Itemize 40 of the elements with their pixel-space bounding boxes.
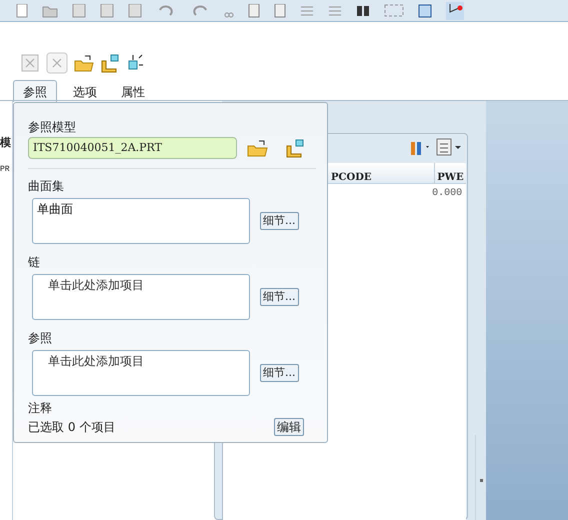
- save-icon[interactable]: [72, 4, 86, 18]
- cut-label: PR: [0, 166, 10, 174]
- tab[interactable]: 参照: [13, 80, 57, 102]
- edit-button[interactable]: 编辑: [274, 418, 304, 436]
- copy-geometry-icon[interactable]: [285, 138, 305, 158]
- model-field[interactable]: ITS710040051_2A.PRT: [28, 137, 237, 159]
- field-label: 链: [28, 254, 41, 270]
- tab[interactable]: 选项: [63, 82, 107, 102]
- paste-icon[interactable]: [248, 4, 260, 18]
- folder-icon[interactable]: [74, 54, 94, 72]
- folder-icon[interactable]: [247, 139, 269, 157]
- table-cell: 0.000: [432, 188, 462, 198]
- list-icon[interactable]: [328, 4, 342, 18]
- tab[interactable]: 属性: [111, 82, 155, 102]
- details-button[interactable]: 细节...: [260, 288, 298, 306]
- close-icon[interactable]: [20, 53, 40, 73]
- collector-box[interactable]: 单曲面: [32, 198, 250, 244]
- field-label: 注释: [28, 400, 53, 416]
- column-header[interactable]: PWE: [437, 172, 464, 183]
- sketch-icon[interactable]: [418, 4, 432, 18]
- field-label: 参照: [28, 330, 53, 346]
- copy-geometry-icon[interactable]: [100, 53, 120, 73]
- copy-icon[interactable]: [128, 4, 142, 18]
- list-settings-icon[interactable]: [436, 138, 462, 156]
- collector-box[interactable]: 单击此处添加项目: [32, 274, 250, 320]
- column-header[interactable]: PCODE: [331, 172, 372, 183]
- selection-box-icon[interactable]: [384, 4, 404, 18]
- paste-icon[interactable]: [274, 4, 286, 18]
- save-icon[interactable]: [100, 4, 114, 18]
- collector-box[interactable]: 单击此处添加项目: [32, 350, 250, 396]
- field-label: 参照模型: [28, 119, 77, 135]
- close-icon[interactable]: [46, 52, 68, 74]
- details-button[interactable]: 细节...: [260, 212, 298, 230]
- details-button[interactable]: 细节...: [260, 364, 298, 382]
- selection-count: 已选取 0 个项目: [28, 419, 116, 436]
- resize-handle[interactable]: [480, 479, 483, 482]
- field-label: 曲面集: [28, 178, 65, 194]
- list-icon[interactable]: [300, 4, 314, 18]
- cut-label: 模: [0, 137, 11, 148]
- new-file-icon[interactable]: [16, 4, 28, 18]
